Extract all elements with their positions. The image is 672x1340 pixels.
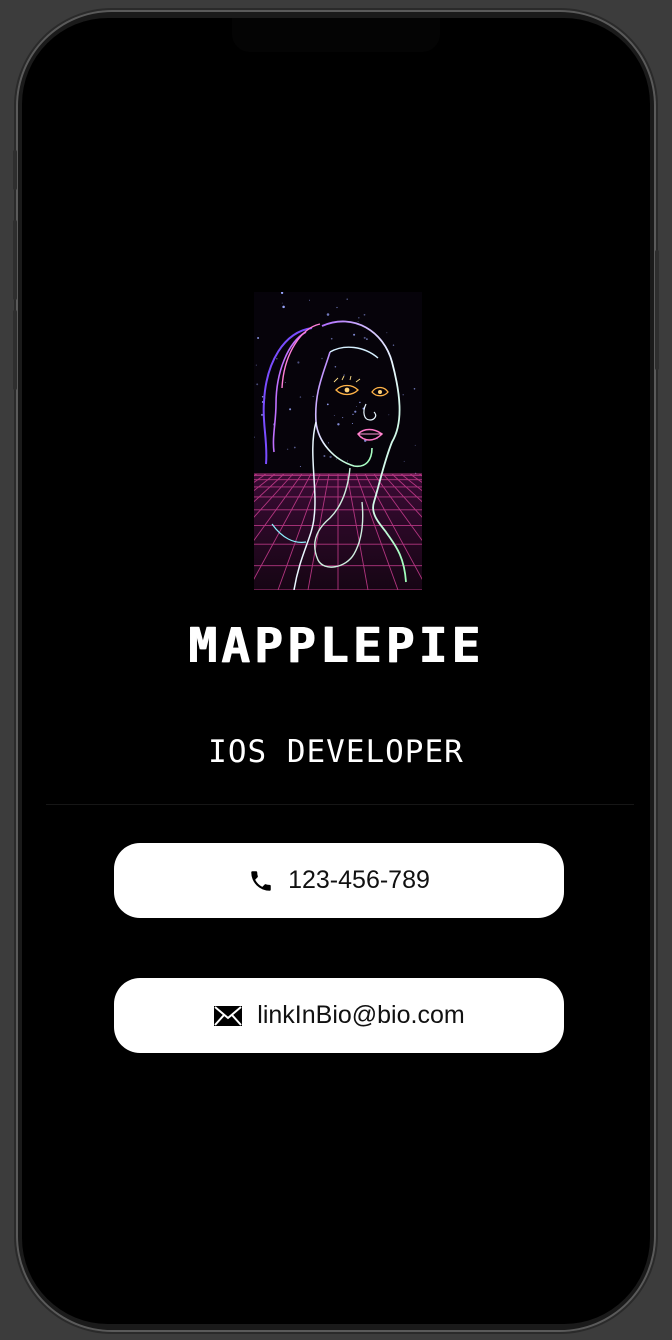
star	[309, 299, 310, 301]
star	[299, 465, 301, 468]
star	[358, 316, 360, 319]
star	[256, 383, 259, 386]
star	[326, 403, 329, 406]
star	[351, 423, 353, 424]
phone-icon	[248, 868, 274, 894]
star	[352, 413, 354, 416]
star	[260, 413, 264, 416]
star	[414, 444, 416, 446]
email-address: linkInBio@bio.com	[257, 1001, 465, 1029]
star	[366, 338, 368, 340]
star	[286, 448, 289, 450]
star	[363, 313, 366, 316]
star	[388, 414, 390, 416]
star	[342, 417, 344, 419]
profile-artwork	[254, 292, 422, 590]
star	[334, 365, 337, 368]
phone-number: 123-456-789	[288, 866, 430, 894]
volume-down-button	[13, 310, 17, 390]
star	[284, 382, 286, 384]
profile-role: IOS DEVELOPER	[208, 734, 464, 770]
volume-up-button	[13, 220, 17, 300]
star	[337, 423, 340, 426]
star	[359, 401, 361, 404]
star	[281, 302, 283, 304]
star	[346, 298, 348, 300]
silent-switch	[13, 150, 17, 190]
star	[261, 396, 264, 398]
star	[328, 442, 329, 444]
divider	[46, 804, 634, 805]
star	[343, 374, 345, 376]
star	[392, 344, 395, 346]
star	[255, 364, 257, 366]
star	[293, 446, 296, 449]
star	[363, 336, 366, 339]
star	[312, 395, 314, 397]
star	[329, 455, 332, 459]
screen: MAPPLEPIE IOS DEVELOPER 123-456-789 link…	[22, 18, 650, 1324]
star	[357, 321, 359, 323]
power-button	[655, 250, 659, 370]
star	[346, 460, 349, 462]
star	[413, 388, 416, 390]
star	[326, 313, 330, 316]
star	[402, 394, 404, 396]
star	[333, 415, 335, 417]
notch	[232, 18, 440, 52]
star	[354, 410, 357, 413]
star	[321, 357, 323, 360]
star	[335, 458, 337, 460]
envelope-icon	[213, 1004, 243, 1028]
star	[353, 333, 356, 336]
profile-name: MAPPLEPIE	[187, 618, 485, 674]
phone-button[interactable]: 123-456-789	[114, 843, 564, 918]
star	[275, 357, 278, 360]
star	[299, 396, 302, 398]
star	[403, 460, 405, 462]
star	[386, 332, 388, 334]
star	[289, 408, 292, 411]
star	[330, 337, 333, 340]
star	[336, 306, 338, 309]
star	[257, 336, 260, 340]
email-button[interactable]: linkInBio@bio.com	[114, 978, 564, 1053]
star	[356, 406, 357, 407]
star	[323, 455, 326, 457]
star	[297, 361, 300, 364]
star	[282, 305, 285, 309]
